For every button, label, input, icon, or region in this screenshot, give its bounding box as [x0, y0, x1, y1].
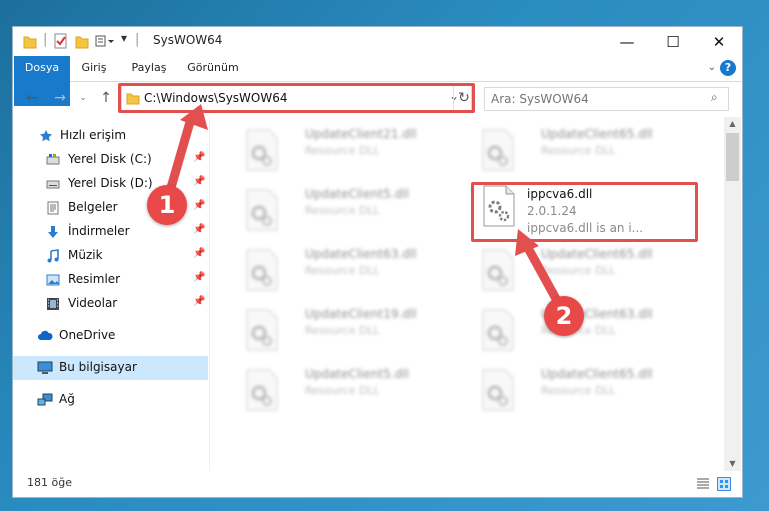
scroll-down-icon[interactable]: ▼	[724, 457, 741, 471]
file-item[interactable]: UpdateClient5.dll Resource DLL	[235, 185, 460, 235]
title-bar: | ▾ | SysWOW64 — ☐ ✕	[13, 27, 742, 56]
file-item[interactable]: UpdateClient65.dll Resource DLL	[471, 245, 696, 295]
customize-toolbar-icon[interactable]	[95, 33, 117, 49]
vertical-scrollbar[interactable]: ▲ ▼	[724, 117, 741, 471]
separator: |	[43, 32, 48, 47]
recent-locations-icon[interactable]: ⌄	[73, 88, 93, 108]
documents-icon	[47, 201, 59, 215]
sidebar-item-onedrive[interactable]: OneDrive	[13, 324, 208, 348]
item-count: 181 öğe	[27, 476, 72, 489]
sidebar-item-local-disk-c[interactable]: Yerel Disk (C:) 📌	[13, 148, 208, 172]
sidebar-item-quick-access[interactable]: Hızlı erişim	[13, 124, 208, 148]
dll-file-icon	[246, 189, 278, 231]
file-item[interactable]: UpdateClient21.dll Resource DLL	[235, 125, 460, 175]
pane-divider	[209, 117, 210, 471]
search-box[interactable]: ⌕	[484, 87, 729, 111]
network-icon	[37, 393, 53, 406]
file-item[interactable]: UpdateClient65.dll Resource DLL	[471, 365, 696, 415]
dll-file-icon	[482, 369, 514, 411]
forward-button[interactable]: →	[50, 88, 70, 108]
star-icon	[40, 130, 52, 142]
pin-icon[interactable]: 📌	[193, 176, 205, 187]
new-folder-icon[interactable]	[75, 33, 89, 49]
navigation-pane: Hızlı erişim Yerel Disk (C:) 📌 Yerel Dis…	[13, 117, 208, 471]
search-input[interactable]	[491, 91, 701, 107]
tab-gorunum[interactable]: Görünüm	[185, 56, 241, 80]
videos-icon	[47, 298, 59, 310]
sidebar-item-network[interactable]: Ağ	[13, 388, 208, 412]
drive-icon	[46, 154, 60, 165]
search-icon[interactable]: ⌕	[711, 90, 718, 105]
status-bar: 181 öğe	[13, 471, 742, 497]
help-icon[interactable]: ?	[720, 60, 736, 76]
pin-icon[interactable]: 📌	[193, 248, 205, 259]
sidebar-item-videos[interactable]: Videolar 📌	[13, 292, 208, 316]
explorer-window: | ▾ | SysWOW64 — ☐ ✕ Dosya Giriş Paylaş …	[13, 27, 742, 497]
window-title: SysWOW64	[153, 33, 223, 47]
scroll-thumb[interactable]	[726, 133, 739, 181]
dll-file-icon	[482, 129, 514, 171]
minimize-button[interactable]: —	[604, 27, 650, 56]
up-button[interactable]: ↑	[96, 88, 116, 108]
address-highlight-box	[118, 83, 475, 113]
ribbon-tabs: Dosya Giriş Paylaş Görünüm ⌄ ?	[13, 56, 742, 106]
pin-icon[interactable]: 📌	[193, 296, 205, 307]
pictures-icon	[46, 274, 60, 286]
expand-ribbon-icon[interactable]: ⌄	[708, 62, 716, 73]
computer-icon	[37, 361, 53, 374]
dll-file-icon	[246, 309, 278, 351]
music-icon	[47, 249, 59, 263]
dll-file-icon	[246, 249, 278, 291]
scroll-up-icon[interactable]: ▲	[724, 117, 741, 131]
file-list: UpdateClient21.dll Resource DLL UpdateCl…	[213, 117, 723, 471]
step-1-badge: 1	[147, 185, 187, 225]
dll-file-icon	[482, 309, 514, 351]
file-item[interactable]: UpdateClient19.dll Resource DLL	[235, 305, 460, 355]
pin-icon[interactable]: 📌	[193, 272, 205, 283]
pin-icon[interactable]: 📌	[193, 152, 205, 163]
separator: |	[135, 32, 140, 47]
step-2-badge: 2	[544, 296, 584, 336]
file-item[interactable]: UpdateClient5.dll Resource DLL	[235, 365, 460, 415]
file-item[interactable]: UpdateClient65.dll Resource DLL	[471, 125, 696, 175]
sidebar-item-music[interactable]: Müzik 📌	[13, 244, 208, 268]
sidebar-item-downloads[interactable]: İndirmeler 📌	[13, 220, 208, 244]
file-highlight-box	[471, 182, 698, 242]
file-item[interactable]: UpdateClient63.dll Resource DLL	[235, 245, 460, 295]
properties-icon[interactable]	[53, 33, 69, 49]
folder-icon	[23, 36, 37, 49]
maximize-button[interactable]: ☐	[650, 27, 696, 56]
tab-paylas[interactable]: Paylaş	[127, 56, 171, 80]
dll-file-icon	[482, 249, 514, 291]
back-button[interactable]: ←	[22, 88, 42, 108]
drive-icon	[46, 180, 60, 189]
pin-icon[interactable]: 📌	[193, 224, 205, 235]
downloads-icon	[48, 226, 58, 238]
dll-file-icon	[246, 129, 278, 171]
quick-access-dropdown-icon[interactable]: ▾	[121, 31, 127, 47]
pin-icon[interactable]: 📌	[193, 200, 205, 211]
cloud-icon	[38, 330, 53, 340]
tab-giris[interactable]: Giriş	[75, 56, 113, 80]
sidebar-item-pictures[interactable]: Resimler 📌	[13, 268, 208, 292]
sidebar-item-this-pc[interactable]: Bu bilgisayar	[13, 356, 208, 380]
large-icons-view-icon[interactable]	[717, 477, 731, 491]
details-view-icon[interactable]	[696, 477, 710, 491]
dll-file-icon	[246, 369, 278, 411]
close-button[interactable]: ✕	[696, 27, 742, 56]
